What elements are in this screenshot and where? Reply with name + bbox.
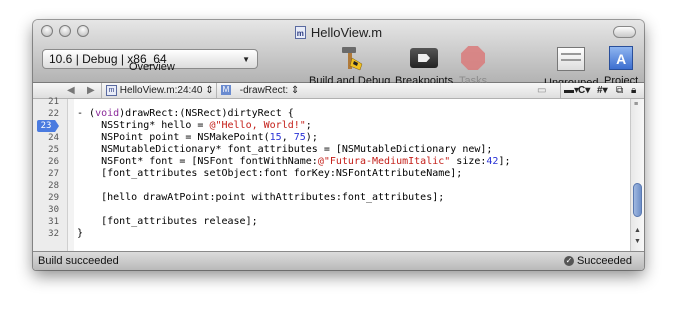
breakpoints-menu-icon[interactable]: ▬▾ — [564, 84, 579, 97]
divider — [560, 83, 561, 98]
xcode-window: m HelloView.m 10.6 | Debug | x86_64 ▼ Ov… — [33, 20, 644, 270]
code-editor[interactable]: 21 22 23 24 25 26 27 28 29 30 31 32 - (v… — [33, 97, 644, 251]
method-icon: M — [221, 85, 231, 96]
chevron-down-icon: ▼ — [242, 55, 250, 64]
line-number: 31 — [48, 217, 59, 227]
lock-icon[interactable]: 🔒︎ — [631, 84, 636, 97]
project-button[interactable]: A Project — [604, 44, 638, 87]
current-line-marker[interactable]: 23 — [37, 120, 59, 132]
ungrouped-icon — [557, 47, 586, 71]
code-line: NSFont* font = [NSFont fontWithName:@"Fu… — [77, 156, 511, 167]
line-number: 29 — [48, 193, 59, 203]
build-and-debug-button[interactable]: Build and Debug — [309, 44, 390, 87]
code-line: - (void)drawRect:(NSRect)dirtyRect { — [77, 108, 294, 119]
line-number: 27 — [48, 169, 59, 179]
vertical-scrollbar[interactable]: ≡ ▲ ▼ — [630, 99, 644, 251]
scroll-split-icon[interactable]: ≡ — [634, 101, 638, 108]
forward-arrow-icon[interactable]: ▶ — [87, 84, 95, 97]
function-name-value: -drawRect: — [239, 85, 289, 96]
function-popup[interactable]: M -drawRect: ⇕ — [221, 84, 299, 97]
unified-toolbar: m HelloView.m 10.6 | Debug | x86_64 ▼ Ov… — [33, 20, 644, 89]
hammer-icon — [341, 47, 362, 71]
popup-arrows-icon: ⇕ — [205, 85, 214, 96]
divider — [101, 83, 102, 98]
build-result-text: Succeeded — [576, 255, 632, 267]
build-status-text: Build succeeded — [38, 255, 119, 267]
classes-menu-label: C — [578, 85, 586, 96]
code-line: [font_attributes release]; — [77, 216, 258, 227]
classes-menu[interactable]: C▾ — [578, 84, 590, 97]
line-number: 28 — [48, 181, 59, 191]
status-bar: Build succeeded ✓ Succeeded — [33, 251, 644, 270]
scroll-up-arrow-icon[interactable]: ▲ — [634, 227, 641, 234]
line-number: 25 — [48, 145, 59, 155]
code-line: NSMutableDictionary* font_attributes = [… — [77, 144, 493, 155]
includes-menu-label: # — [597, 85, 603, 96]
success-check-icon: ✓ — [563, 256, 574, 266]
objc-file-icon: m — [294, 26, 306, 39]
popup-arrows-icon: ⇕ — [290, 85, 300, 96]
line-number: 24 — [48, 133, 59, 143]
scroll-thumb[interactable] — [633, 183, 642, 217]
line-number: 26 — [48, 157, 59, 167]
file-location-value: HelloView.m:24:40 — [119, 85, 203, 96]
code-line: NSPoint point = NSMakePoint(15, 75); — [77, 132, 318, 143]
includes-menu[interactable]: #▾ — [597, 84, 608, 97]
breakpoints-button[interactable]: Breakpoints — [395, 44, 453, 87]
counterpart-icon[interactable]: ⧉ — [616, 84, 623, 97]
divider — [216, 83, 217, 98]
line-number: 30 — [48, 205, 59, 215]
navigation-bar: ◀ ▶ m HelloView.m:24:40 ⇕ M -drawRect: ⇕… — [33, 83, 644, 99]
scroll-down-arrow-icon[interactable]: ▼ — [634, 238, 641, 245]
bookmarks-icon[interactable]: ▭ — [537, 84, 546, 97]
code-line: [font_attributes setObject:font forKey:N… — [77, 168, 463, 179]
code-folding-ribbon[interactable] — [68, 99, 74, 251]
code-line: [hello drawAtPoint:point withAttributes:… — [77, 192, 445, 203]
objc-file-icon: m — [106, 84, 117, 96]
code-line: } — [77, 228, 84, 239]
line-number: 32 — [48, 229, 59, 239]
build-result[interactable]: ✓ Succeeded — [563, 255, 632, 267]
window-title-bar: m HelloView.m — [33, 25, 644, 40]
tasks-button[interactable]: Tasks — [459, 44, 487, 87]
line-number: 22 — [48, 109, 59, 119]
stop-icon — [461, 46, 486, 70]
code-line: NSString* hello = @"Hello, World!"; — [77, 120, 312, 131]
window-title: HelloView.m — [310, 25, 383, 40]
breakpoint-icon — [410, 48, 439, 68]
project-icon: A — [609, 46, 634, 70]
overview-label: Overview — [129, 61, 175, 73]
file-location-popup[interactable]: m HelloView.m:24:40 ⇕ — [106, 84, 214, 97]
line-number: 21 — [48, 97, 59, 107]
back-arrow-icon[interactable]: ◀ — [67, 84, 75, 97]
toolbar-toggle-button[interactable] — [613, 26, 636, 38]
